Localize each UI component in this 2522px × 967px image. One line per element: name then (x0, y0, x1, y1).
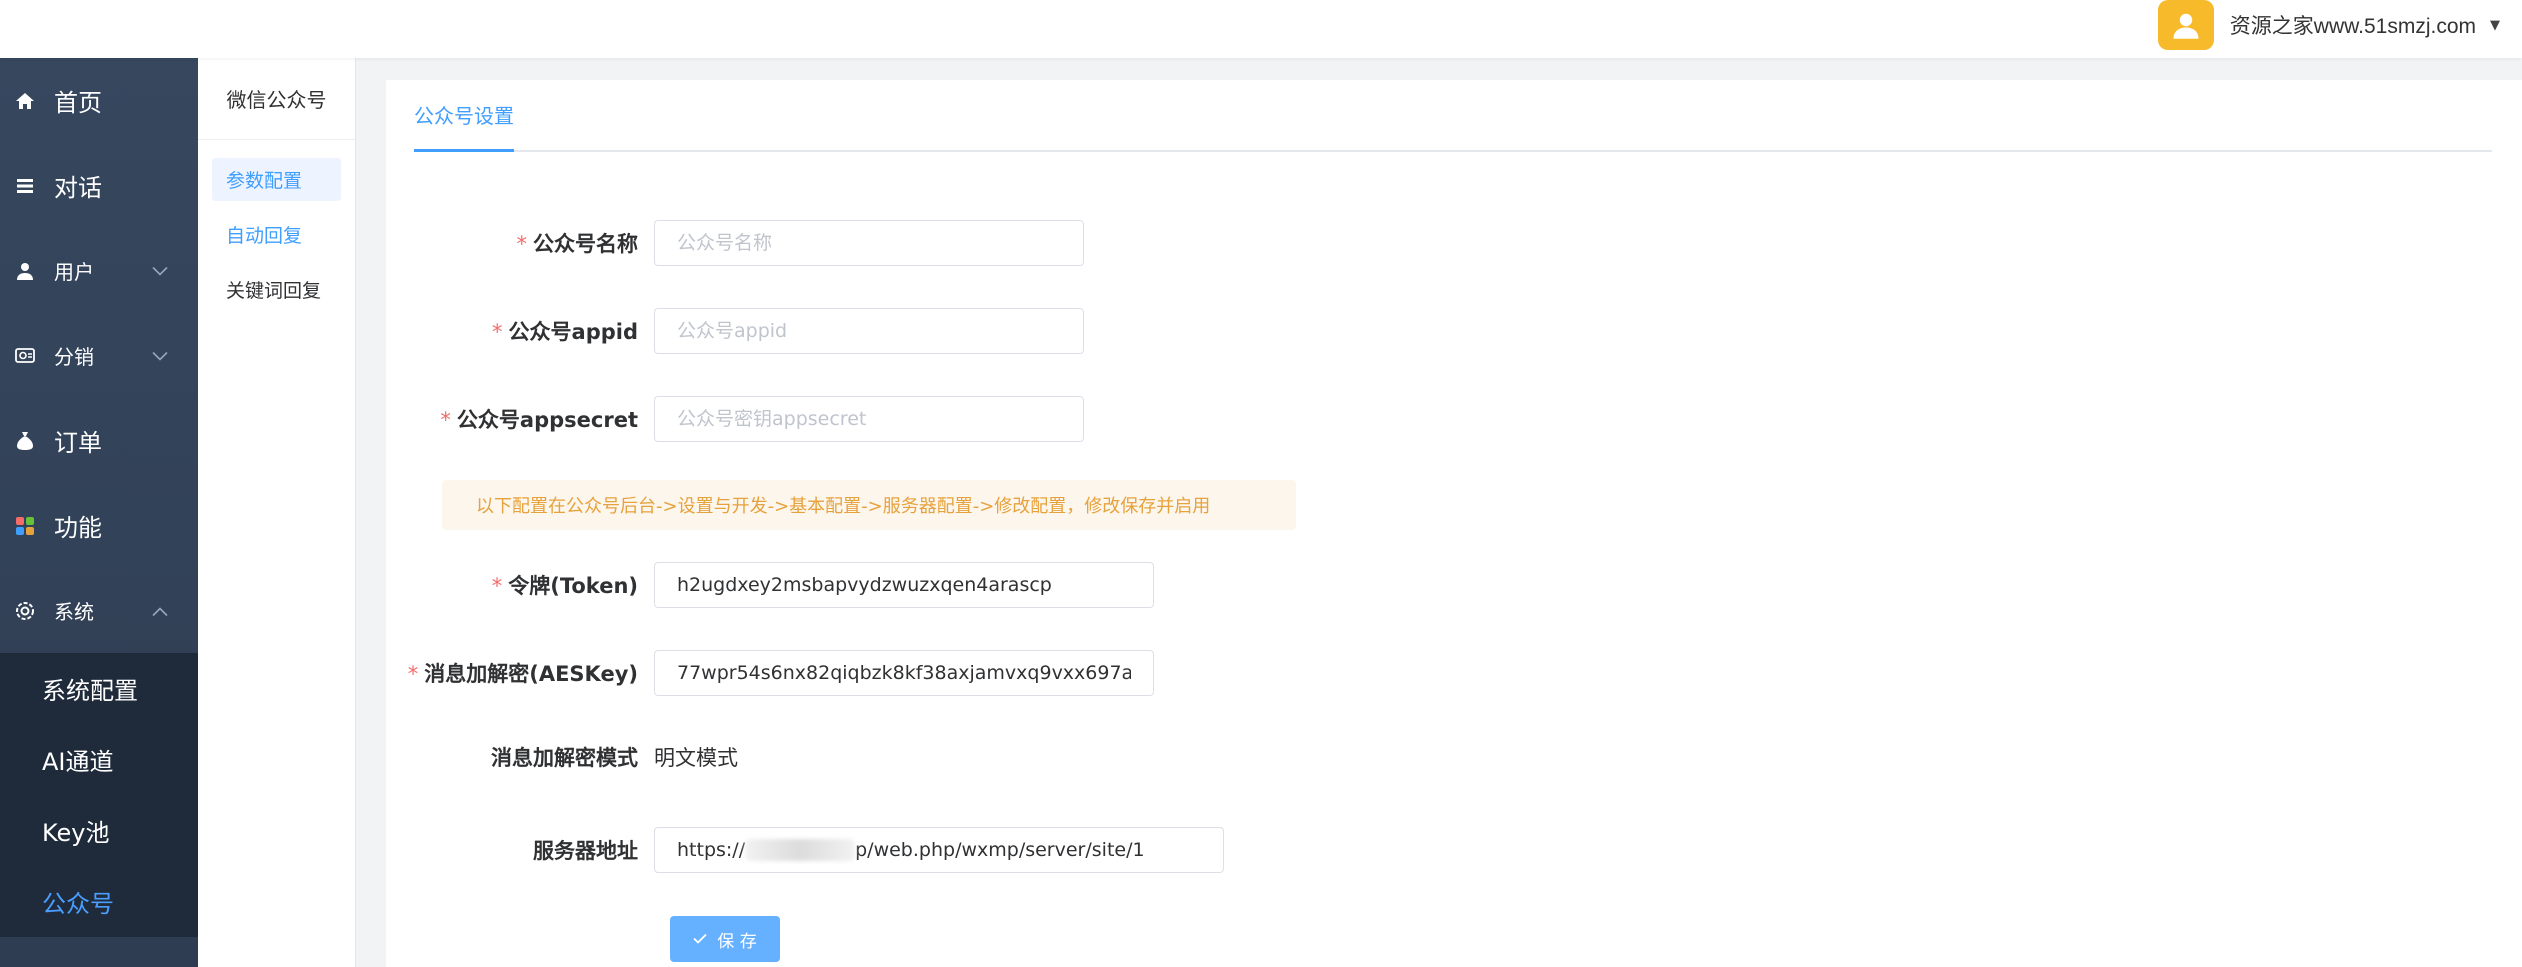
appid-label: * 公众号appid (386, 316, 654, 346)
required-mark: * (516, 232, 528, 256)
form-row-aeskey: * 消息加解密(AESKey) (386, 650, 1154, 696)
system-submenu: 系统配置 AI通道 Key池 公众号 (0, 653, 198, 937)
sidebar-item-user[interactable]: 用户 (0, 228, 198, 313)
appsecret-label-text: 公众号appsecret (456, 408, 638, 432)
form-row-token: * 令牌(Token) (386, 562, 1154, 608)
apps-icon (14, 515, 36, 537)
check-icon (693, 929, 707, 949)
sidebar-item-chat[interactable]: 对话 (0, 143, 198, 228)
required-mark: * (440, 408, 451, 432)
name-input[interactable] (654, 220, 1084, 266)
form-row-name: * 公众号名称 (386, 220, 1084, 266)
subnav-list: 参数配置 自动回复 关键词回复 (198, 140, 355, 311)
form-row-appsecret: * 公众号appsecret (386, 396, 1084, 442)
sidebar-item-label: 订单 (54, 429, 102, 457)
appid-label-text: 公众号appid (508, 320, 638, 344)
caret-down-icon[interactable]: ▼ (2490, 18, 2500, 33)
sidebar-item-system[interactable]: 系统 (0, 568, 198, 653)
list-icon (14, 175, 36, 197)
sidebar-item-orders[interactable]: 订单 (0, 398, 198, 483)
moneybag-icon (14, 430, 36, 452)
wechat-subnav: 微信公众号 参数配置 自动回复 关键词回复 (198, 58, 356, 967)
token-input[interactable] (654, 562, 1154, 608)
aeskey-input[interactable] (654, 650, 1154, 696)
required-mark: * (491, 574, 503, 598)
sidebar-item-label: 对话 (54, 174, 102, 202)
user-menu[interactable]: 资源之家www.51smzj.com ▼ (2157, 0, 2500, 50)
name-label: * 公众号名称 (386, 228, 654, 258)
sidebar-item-features[interactable]: 功能 (0, 483, 198, 568)
sidebar-item-home[interactable]: 首页 (0, 58, 198, 143)
submenu-item-key-pool[interactable]: Key池 (0, 795, 198, 866)
form-row-appid: * 公众号appid (386, 308, 1084, 354)
appsecret-input[interactable] (654, 396, 1084, 442)
subnav-title: 微信公众号 (198, 58, 355, 140)
sidebar-item-distribution[interactable]: 分销 (0, 313, 198, 398)
main-sidebar: 首页 对话 用户 分销 订单 功能 系统 系统配置 AI通道 Key池 公众号 (0, 58, 198, 967)
save-button[interactable]: 保 存 (670, 916, 780, 962)
user-icon (14, 260, 36, 282)
gear-icon (14, 600, 36, 622)
form-row-mode: 消息加解密模式 明文模式 (386, 742, 738, 772)
token-label: * 令牌(Token) (386, 570, 654, 600)
username[interactable]: 资源之家www.51smzj.com (2230, 10, 2476, 40)
required-mark: * (492, 320, 503, 344)
mode-value: 明文模式 (654, 746, 738, 770)
sidebar-item-label: 功能 (54, 514, 102, 542)
top-header: 资源之家www.51smzj.com ▼ (0, 0, 2522, 58)
aeskey-label: * 消息加解密(AESKey) (386, 658, 654, 688)
chevron-down-icon (152, 261, 168, 280)
tab-official-account-settings[interactable]: 公众号设置 (414, 80, 514, 152)
chevron-down-icon (152, 346, 168, 365)
subnav-item-auto-reply[interactable]: 自动回复 (212, 213, 341, 256)
server-url-prefix: https:// (677, 839, 746, 861)
server-url-suffix: p/web.php/wxmp/server/site/1 (855, 839, 1145, 861)
appid-input[interactable] (654, 308, 1084, 354)
submenu-item-official-account[interactable]: 公众号 (0, 866, 198, 937)
submenu-item-system-config[interactable]: 系统配置 (0, 653, 198, 724)
home-icon (14, 90, 36, 112)
save-button-label: 保 存 (717, 931, 757, 952)
settings-panel: 公众号设置 *公众号名称 *公众号appid *公众号appsecret 以下配… (386, 80, 2522, 967)
server-label: 服务器地址 (533, 839, 638, 863)
avatar[interactable] (2157, 0, 2214, 50)
sidebar-item-label: 用户 (54, 260, 94, 284)
server-url-field[interactable]: https:// p/web.php/wxmp/server/site/1 (654, 827, 1224, 873)
aeskey-label-text: 消息加解密(AESKey) (424, 662, 638, 686)
sidebar-item-label: 分销 (54, 345, 94, 369)
config-notice: 以下配置在公众号后台->设置与开发->基本配置->服务器配置->修改配置，修改保… (442, 480, 1296, 530)
user-avatar-icon (2173, 13, 2199, 39)
share-icon (14, 345, 36, 367)
required-mark: * (407, 662, 419, 686)
name-label-text: 公众号名称 (533, 232, 638, 256)
mode-label: 消息加解密模式 (491, 746, 638, 770)
sidebar-item-label: 首页 (54, 89, 102, 117)
submenu-item-ai-channel[interactable]: AI通道 (0, 724, 198, 795)
tab-bar: 公众号设置 (414, 80, 2492, 152)
form-row-server: 服务器地址 https:// p/web.php/wxmp/server/sit… (386, 827, 1224, 873)
blurred-domain (745, 839, 856, 861)
sidebar-item-label: 系统 (54, 600, 94, 624)
subnav-item-params[interactable]: 参数配置 (212, 158, 341, 201)
token-label-text: 令牌(Token) (508, 574, 638, 598)
appsecret-label: * 公众号appsecret (386, 404, 654, 434)
chevron-up-icon (152, 601, 168, 620)
subnav-item-keyword-reply[interactable]: 关键词回复 (212, 268, 341, 311)
